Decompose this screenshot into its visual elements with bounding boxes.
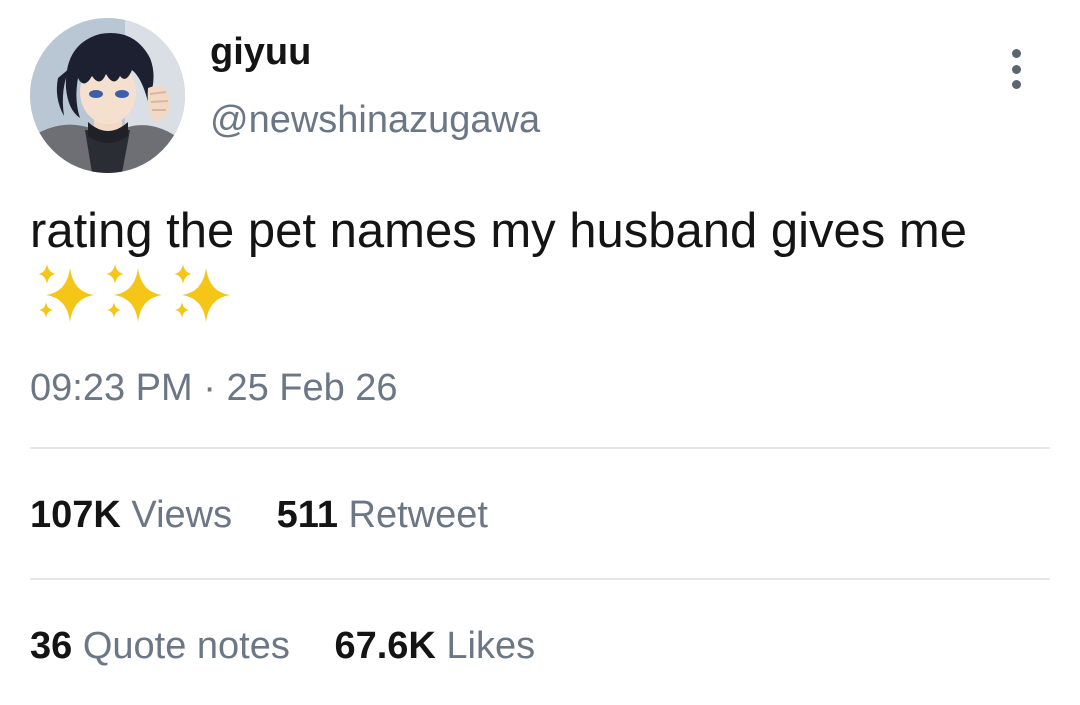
retweets-count: 511 — [276, 494, 338, 536]
likes-label: Likes — [446, 625, 536, 667]
tweet-time: 09:23 PM — [30, 367, 193, 409]
divider — [30, 578, 1050, 580]
quotes-label: Quote notes — [82, 625, 290, 667]
likes-stat[interactable]: 67.6K Likes — [334, 624, 535, 670]
quotes-stat[interactable]: 36 Quote notes — [30, 624, 290, 670]
views-stat[interactable]: 107K Views — [30, 493, 232, 539]
quotes-count: 36 — [30, 625, 73, 667]
timestamp-separator: · — [203, 367, 216, 409]
tweet-timestamp[interactable]: 09:23 PM · 25 Feb 26 — [30, 366, 398, 412]
tweet-date: 25 Feb 26 — [226, 367, 398, 409]
retweets-label: Retweet — [348, 494, 488, 536]
views-count: 107K — [30, 494, 121, 536]
avatar[interactable] — [30, 18, 185, 173]
tweet-text: rating the pet names my husband gives me — [30, 204, 967, 258]
sparkles-icon — [38, 264, 230, 322]
likes-count: 67.6K — [334, 625, 436, 667]
sparkles-emoji — [34, 262, 234, 326]
stats-row-views-retweets: 107K Views 511 Retweet — [30, 493, 522, 539]
views-label: Views — [131, 494, 233, 536]
more-options-button[interactable] — [994, 44, 1038, 94]
more-vertical-icon-dot — [1011, 49, 1021, 58]
author-display-name[interactable]: giyuu — [210, 30, 311, 76]
stats-row-quotes-likes: 36 Quote notes 67.6K Likes — [30, 624, 569, 670]
more-vertical-icon-dot — [1011, 80, 1021, 89]
divider — [30, 447, 1050, 449]
more-vertical-icon-dot — [1011, 64, 1021, 74]
tweet-card: giyuu @newshinazugawa rating the pet nam… — [0, 0, 1080, 705]
retweets-stat[interactable]: 511 Retweet — [277, 493, 488, 539]
author-handle[interactable]: @newshinazugawa — [210, 98, 540, 144]
avatar-illustration — [30, 18, 185, 173]
